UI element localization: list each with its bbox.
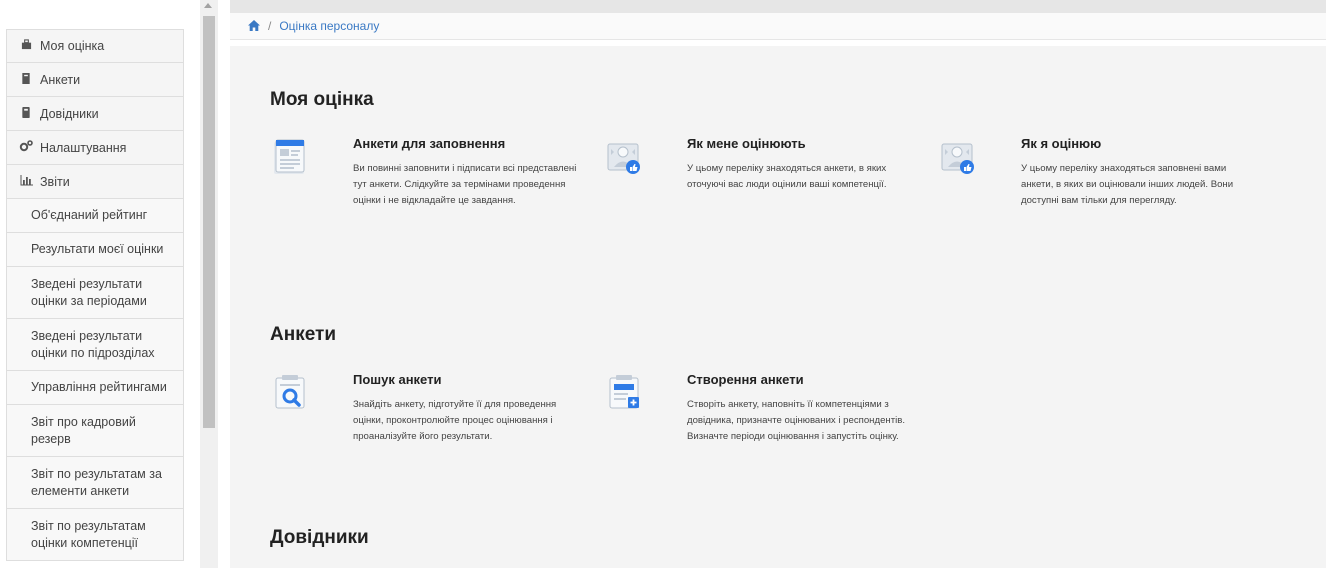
report-item-label: Звіт по результатам за елементи анкети: [31, 466, 162, 498]
sidebar-item-reports[interactable]: Звіти: [6, 165, 184, 199]
scroll-up-arrow-icon[interactable]: [204, 3, 212, 8]
report-item-label: Об'єднаний рейтинг: [31, 208, 148, 222]
my-ratings-icon: [938, 136, 978, 176]
home-icon[interactable]: [248, 20, 260, 32]
search-form-icon: [270, 372, 310, 412]
sidebar-scrollbar[interactable]: [200, 0, 218, 568]
sidebar-item-label: Анкети: [40, 72, 81, 87]
card-description: У цьому переліку знаходяться заповнені в…: [1021, 163, 1234, 206]
section-title-forms: Анкети: [270, 324, 337, 345]
sidebar-item-label: Довідники: [40, 106, 99, 121]
report-item-competence-results[interactable]: Звіт по результатам оцінки компетенції: [6, 509, 184, 561]
breadcrumb-separator: /: [268, 19, 272, 33]
card-title[interactable]: Створення анкети: [687, 372, 804, 387]
card-description: Створіть анкету, наповніть її компетенці…: [687, 399, 906, 442]
report-item-label: Результати моєї оцінки: [31, 242, 164, 256]
sidebar-item-settings[interactable]: Налаштування: [6, 131, 184, 165]
sidebar-item-label: Налаштування: [40, 140, 127, 155]
report-item-my-results[interactable]: Результати моєї оцінки: [6, 233, 184, 267]
sidebar-item-label: Моя оцінка: [40, 39, 105, 53]
report-item-label: Управління рейтингами: [31, 380, 167, 394]
sidebar: Моя оцінка Анкети Довідники Налаштування…: [0, 0, 200, 568]
bar-chart-icon: [19, 174, 33, 189]
report-item-summary-by-departments[interactable]: Зведені результати оцінки по підрозділах: [6, 319, 184, 371]
top-bar: [230, 0, 1326, 13]
report-item-form-elements[interactable]: Звіт по результатам за елементи анкети: [6, 457, 184, 509]
breadcrumb-current[interactable]: Оцінка персоналу: [279, 19, 379, 33]
report-item-label: Зведені результати оцінки по підрозділах: [31, 328, 155, 360]
card-description: У цьому переліку знаходяться анкети, в я…: [687, 163, 887, 190]
sidebar-menu: Моя оцінка Анкети Довідники Налаштування…: [6, 29, 184, 561]
scroll-thumb[interactable]: [203, 16, 215, 428]
report-item-summary-by-periods[interactable]: Зведені результати оцінки за періодами: [6, 267, 184, 319]
report-item-combined-rating[interactable]: Об'єднаний рейтинг: [6, 199, 184, 233]
card-title[interactable]: Як мене оцінюють: [687, 136, 806, 151]
section-title-directories: Довідники: [270, 527, 369, 548]
report-item-label: Звіт про кадровий резерв: [31, 414, 136, 446]
section-title-my-rating: Моя оцінка: [270, 89, 374, 110]
gears-icon: [19, 140, 33, 155]
report-item-personnel-reserve[interactable]: Звіт про кадровий резерв: [6, 405, 184, 457]
breadcrumb: / Оцінка персоналу: [230, 13, 1326, 40]
card-title[interactable]: Пошук анкети: [353, 372, 441, 387]
card-description: Ви повинні заповнити і підписати всі пре…: [353, 163, 577, 206]
briefcase-icon: [19, 39, 33, 53]
sidebar-item-label: Звіти: [40, 174, 70, 189]
report-item-rating-management[interactable]: Управління рейтингами: [6, 371, 184, 405]
sidebar-item-my-rating[interactable]: Моя оцінка: [6, 29, 184, 63]
rated-by-others-icon: [604, 136, 644, 176]
sidebar-item-forms[interactable]: Анкети: [6, 63, 184, 97]
bookmark-icon: [19, 106, 33, 121]
book-icon: [19, 72, 33, 87]
main-content: Моя оцінка Анкети для заповнення Ви пови…: [230, 46, 1326, 568]
report-item-label: Зведені результати оцінки за періодами: [31, 276, 147, 308]
create-form-icon: [604, 372, 644, 412]
card-description: Знайдіть анкету, підготуйте її для прове…: [353, 399, 557, 442]
report-item-label: Звіт по результатам оцінки компетенції: [31, 518, 146, 550]
form-document-icon: [270, 136, 310, 176]
card-title[interactable]: Анкети для заповнення: [353, 136, 505, 151]
sidebar-item-directories[interactable]: Довідники: [6, 97, 184, 131]
card-title[interactable]: Як я оцінюю: [1021, 136, 1101, 151]
